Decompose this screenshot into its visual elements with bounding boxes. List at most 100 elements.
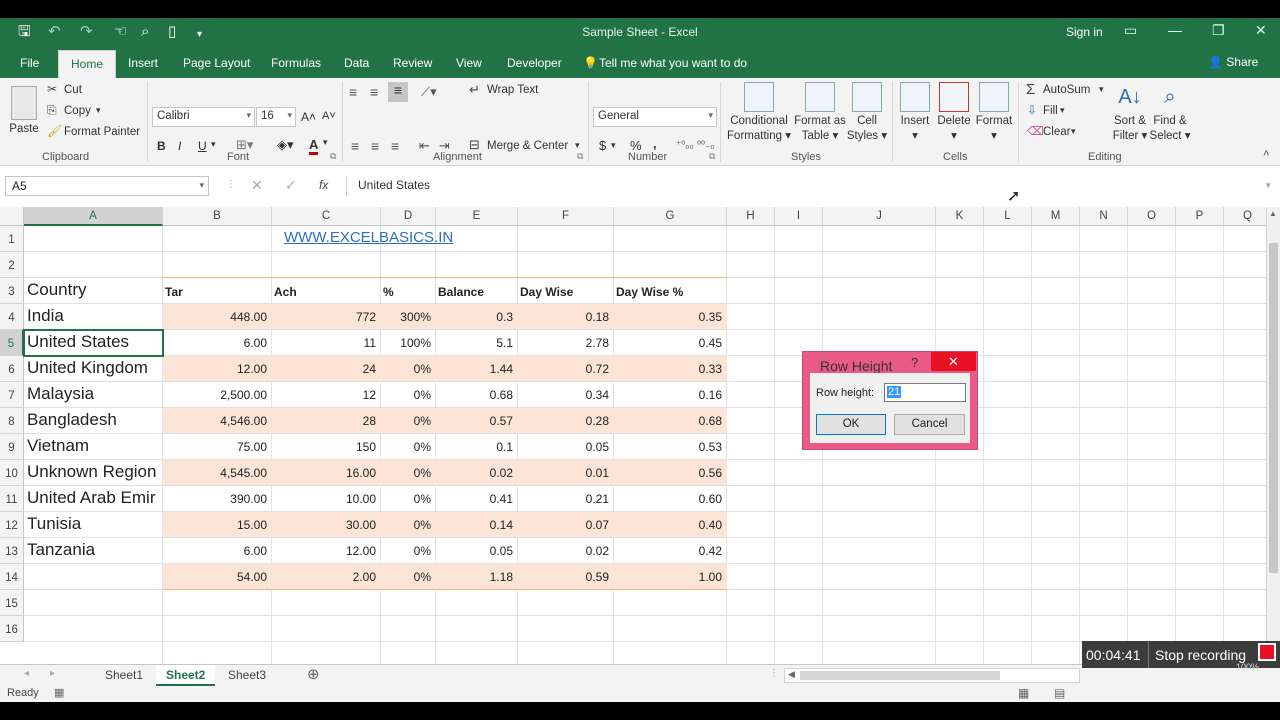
font-color-dropdown-icon[interactable]: ▾ [323,137,328,148]
stop-recording-button[interactable]: Stop recording [1155,647,1246,663]
autosum-dropdown-icon[interactable]: ▾ [1099,84,1104,95]
column-title-cell[interactable]: Balance [438,280,516,304]
data-cell[interactable]: 4,546.00 [165,409,267,434]
column-header-c[interactable]: C [272,207,381,226]
row-header-8[interactable]: 8 [0,408,24,434]
data-cell[interactable]: 2.78 [520,331,609,356]
alignment-dialog-launcher-icon[interactable]: ⧉ [577,151,583,162]
tab-view[interactable]: View [456,56,482,70]
share-button[interactable]: 👤 Share [1208,55,1258,69]
insert-cells-button[interactable]: Insert ▾ [896,82,934,144]
collapse-ribbon-icon[interactable]: ˄ [1263,148,1269,160]
column-header-k[interactable]: K [936,207,984,226]
data-cell[interactable]: 0.35 [616,305,722,330]
sheet-tab-sheet2[interactable]: Sheet2 [156,665,216,686]
next-sheet-icon[interactable]: ▸ [50,668,55,679]
sign-in-link[interactable]: Sign in [1066,25,1103,39]
cancel-button[interactable]: Cancel [894,414,965,435]
row-header-3[interactable]: 3 [0,278,24,304]
column-header-d[interactable]: D [381,207,436,226]
page-layout-view-icon[interactable]: ▤ [1054,686,1065,700]
ok-button[interactable]: OK [816,414,886,435]
row-header-2[interactable]: 2 [0,252,24,278]
website-link[interactable]: WWW.EXCELBASICS.IN [284,229,453,246]
data-cell[interactable]: 24 [274,357,376,382]
row-header-5[interactable]: 5 [0,330,24,356]
country-cell[interactable]: Vietnam [27,436,163,456]
help-button[interactable]: ? [911,355,918,370]
font-size-select[interactable]: 16 ▾ [256,107,296,127]
data-cell[interactable]: 0% [383,565,431,590]
column-title-cell[interactable]: % [383,280,434,304]
format-cells-button[interactable]: Format ▾ [974,82,1014,144]
country-cell[interactable]: Bangladesh [27,410,163,430]
close-icon[interactable]: ✕ [1255,22,1267,39]
find-select-button[interactable]: ⌕ Find & Select ▾ [1148,82,1192,144]
data-cell[interactable]: 0.28 [520,409,609,434]
clear-dropdown-icon[interactable]: ▾ [1071,126,1076,137]
data-cell[interactable]: 0.21 [520,487,609,512]
data-cell[interactable]: 1.18 [438,565,513,590]
data-cell[interactable]: 28 [274,409,376,434]
data-cell[interactable]: 4,545.00 [165,461,267,486]
country-cell[interactable]: India [27,306,163,326]
data-cell[interactable]: 12.00 [165,357,267,382]
column-header-l[interactable]: L [984,207,1032,226]
delete-cells-button[interactable]: Delete ▾ [934,82,974,144]
data-cell[interactable]: 2.00 [274,565,376,590]
font-dialog-launcher-icon[interactable]: ⧉ [330,151,336,162]
column-header-m[interactable]: M [1032,207,1080,226]
data-cell[interactable]: 16.00 [274,461,376,486]
data-cell[interactable]: 0% [383,435,431,460]
fill-dropdown-icon[interactable]: ▾ [1060,105,1065,116]
copy-dropdown-icon[interactable]: ▾ [96,105,101,116]
column-header-j[interactable]: J [823,207,936,226]
row-header-1[interactable]: 1 [0,226,24,252]
tab-home[interactable]: Home [58,50,117,78]
increase-decimal-icon[interactable]: ⁺⁰₀₀ [676,140,694,151]
formula-input[interactable]: United States [346,176,1266,196]
tab-developer[interactable]: Developer [507,56,562,70]
decrease-indent-icon[interactable]: ⇤ [419,138,430,154]
name-box[interactable]: A5 ▾ [5,176,209,196]
data-cell[interactable]: 6.00 [165,539,267,564]
column-header-e[interactable]: E [436,207,518,226]
align-left-icon[interactable]: ≡ [351,138,359,154]
comma-button[interactable]: , [653,136,657,151]
add-sheet-icon[interactable]: ⊕ [307,665,320,683]
font-color-icon[interactable]: A [309,137,319,155]
data-cell[interactable]: 448.00 [165,305,267,330]
data-cell[interactable]: 0% [383,513,431,538]
data-cell[interactable]: 0.02 [520,539,609,564]
data-cell[interactable]: 100% [383,331,431,356]
data-cell[interactable]: 6.00 [165,331,267,356]
merge-dropdown-icon[interactable]: ▾ [575,140,580,151]
data-cell[interactable]: 0% [383,409,431,434]
underline-dropdown-icon[interactable]: ▾ [211,139,216,150]
row-header-11[interactable]: 11 [0,486,24,512]
tab-file[interactable]: File [20,56,39,70]
minimize-icon[interactable]: — [1168,22,1182,38]
maximize-icon[interactable]: ❐ [1212,22,1225,39]
column-header-q[interactable]: Q [1224,207,1272,226]
data-cell[interactable]: 11 [274,331,376,356]
column-header-g[interactable]: G [614,207,727,226]
decrease-decimal-icon[interactable]: ⁰⁰₋₀ [697,140,714,151]
country-cell[interactable]: Malaysia [27,384,163,404]
country-cell[interactable]: Tunisia [27,514,163,534]
insert-function-button[interactable]: fx [319,178,328,192]
cell-styles-button[interactable]: Cell Styles ▾ [845,82,889,144]
row-header-9[interactable]: 9 [0,434,24,460]
fill-color-icon[interactable]: ◈▾ [277,137,294,153]
cancel-entry-icon[interactable]: ✕ [251,177,263,194]
data-cell[interactable]: 15.00 [165,513,267,538]
data-cell[interactable]: 0.72 [520,357,609,382]
data-cell[interactable]: 1.00 [616,565,722,590]
cut-button[interactable]: Cut [64,84,82,96]
grow-font-icon[interactable]: A˄ [301,110,316,124]
number-format-select[interactable]: General ▾ [593,107,717,127]
format-as-table-button[interactable]: Format as Table ▾ [793,82,847,144]
country-cell[interactable]: United Kingdom [27,358,163,378]
row-header-7[interactable]: 7 [0,382,24,408]
select-all-button[interactable] [0,207,24,226]
